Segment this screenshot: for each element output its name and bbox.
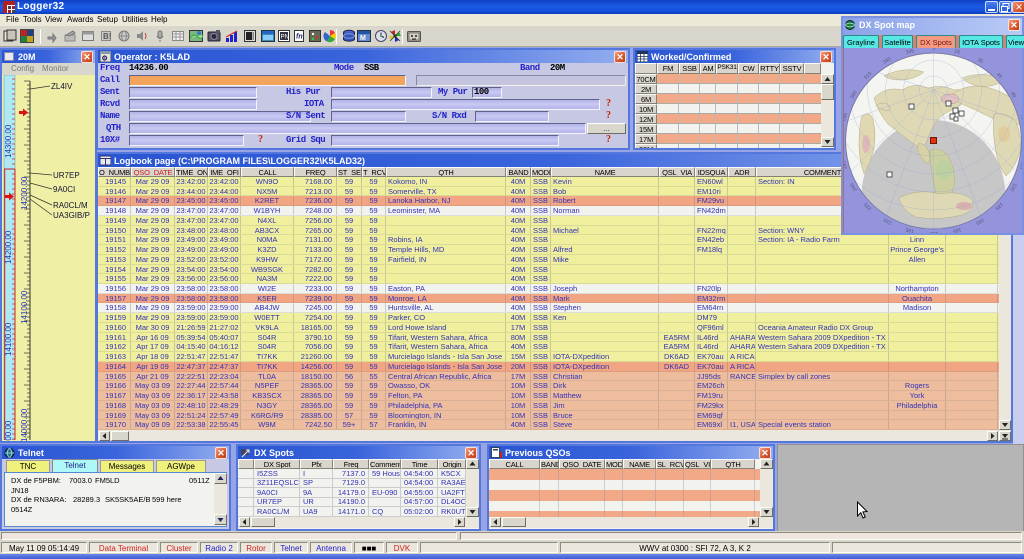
svg-text:⚙: ⚙ [102,55,108,63]
svg-text:PN: PN [281,35,289,41]
svg-text:fn: fn [296,34,303,41]
svg-text:M: M [360,35,366,42]
svg-text:B!: B! [103,32,111,41]
